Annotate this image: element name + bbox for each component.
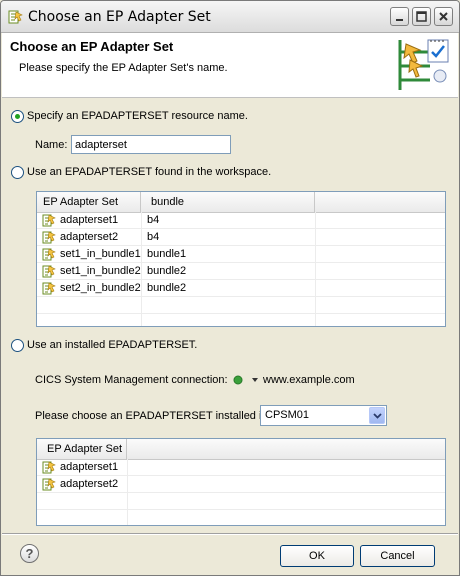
workspace-label: Use an EPADAPTERSET found in the workspa… <box>27 166 272 178</box>
header-banner: Choose an EP Adapter Set Please specify … <box>2 33 458 98</box>
connection-label: CICS System Management connection: <box>35 374 228 386</box>
cancel-button[interactable]: Cancel <box>360 545 435 567</box>
ep-adapter-set-icon <box>42 478 56 491</box>
row-name: adapterset2 <box>60 478 119 490</box>
installed-radio[interactable] <box>11 339 24 352</box>
ep-adapter-set-icon <box>42 231 56 244</box>
ep-adapter-set-icon <box>42 265 56 278</box>
row-name: adapterset2 <box>60 231 119 243</box>
table-row-empty <box>37 493 445 510</box>
row-bundle: b4 <box>147 214 160 226</box>
name-label: Name: <box>35 139 68 151</box>
maximize-button[interactable] <box>412 7 431 26</box>
workspace-table[interactable]: EP Adapter Set bundle adapterset1 b4 ada… <box>36 191 446 327</box>
maximize-icon <box>416 11 427 22</box>
ep-adapter-set-icon <box>42 214 56 227</box>
workspace-table-header: EP Adapter Set bundle <box>37 192 445 213</box>
table-row[interactable]: set1_in_bundle2 bundle2 <box>37 263 445 280</box>
chevron-down-icon <box>373 413 382 419</box>
connection-dropdown-icon[interactable] <box>251 376 259 384</box>
row-bundle: bundle2 <box>147 265 187 277</box>
dialog-window: Choose an EP Adapter Set Choose an EP Ad… <box>0 0 460 576</box>
table-row-empty <box>37 297 445 314</box>
row-bundle: bundle1 <box>147 248 187 260</box>
table-row[interactable]: adapterset2 b4 <box>37 229 445 246</box>
column-header-ep-adapter-set[interactable]: EP Adapter Set <box>37 192 141 212</box>
footer-separator <box>2 533 458 535</box>
select-dropdown-button[interactable] <box>369 407 385 424</box>
row-name: adapterset1 <box>60 461 119 473</box>
wizard-banner-icon <box>398 39 449 90</box>
minimize-icon <box>396 19 403 21</box>
column-header-ep-adapter-set[interactable]: EP Adapter Set <box>37 439 127 459</box>
ep-adapter-set-icon <box>8 10 23 24</box>
ep-adapter-set-icon <box>42 282 56 295</box>
title-bar: Choose an EP Adapter Set <box>1 1 459 33</box>
installed-in-select[interactable]: CPSM01 <box>260 405 387 426</box>
workspace-radio[interactable] <box>11 166 24 179</box>
column-header-bundle[interactable]: bundle <box>141 192 315 212</box>
row-bundle: b4 <box>147 231 160 243</box>
table-row[interactable]: set2_in_bundle2 bundle2 <box>37 280 445 297</box>
specify-name-label: Specify an EPADAPTERSET resource name. <box>27 110 248 122</box>
row-name: adapterset1 <box>60 214 119 226</box>
window-title: Choose an EP Adapter Set <box>28 9 211 25</box>
row-name: set1_in_bundle2 <box>60 265 141 277</box>
page-description: Please specify the EP Adapter Set's name… <box>19 62 228 74</box>
connection-status-icon <box>233 375 243 385</box>
ep-adapter-set-icon <box>42 248 56 261</box>
specify-name-radio[interactable] <box>11 110 24 123</box>
choose-installed-label: Please choose an EPADAPTERSET installed … <box>35 410 271 422</box>
ep-adapter-set-icon <box>42 461 56 474</box>
page-title: Choose an EP Adapter Set <box>10 39 174 54</box>
table-row[interactable]: adapterset2 <box>37 476 445 493</box>
close-icon <box>439 12 448 21</box>
name-input[interactable] <box>71 135 231 154</box>
row-name: set2_in_bundle2 <box>60 282 141 294</box>
help-button[interactable]: ? <box>20 544 39 563</box>
connection-value[interactable]: www.example.com <box>263 374 355 386</box>
ok-button[interactable]: OK <box>280 545 354 567</box>
table-row[interactable]: set1_in_bundle1 bundle1 <box>37 246 445 263</box>
installed-in-value: CPSM01 <box>265 409 310 421</box>
installed-table-header: EP Adapter Set <box>37 439 445 460</box>
table-row[interactable]: adapterset1 b4 <box>37 212 445 229</box>
table-row[interactable]: adapterset1 <box>37 459 445 476</box>
row-name: set1_in_bundle1 <box>60 248 141 260</box>
close-button[interactable] <box>434 7 453 26</box>
installed-table[interactable]: EP Adapter Set adapterset1 adapterset2 <box>36 438 446 526</box>
row-bundle: bundle2 <box>147 282 187 294</box>
installed-label: Use an installed EPADAPTERSET. <box>27 339 198 351</box>
minimize-button[interactable] <box>390 7 409 26</box>
